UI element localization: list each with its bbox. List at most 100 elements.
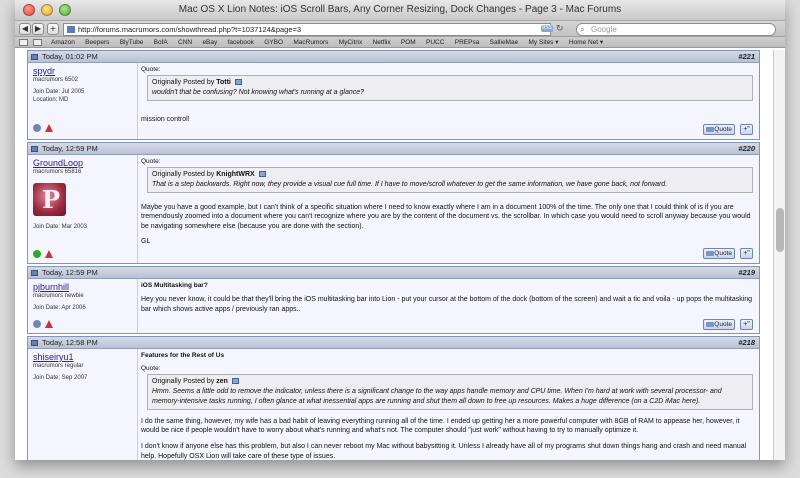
online-status-icon (33, 250, 41, 258)
report-post-icon[interactable] (45, 320, 53, 328)
post-signature: GL (141, 238, 151, 246)
post-number[interactable]: #221 (738, 51, 755, 63)
username-link[interactable]: GroundLoop (33, 158, 132, 168)
quote-box: Originally Posted by zen Hmm. Seems a li… (147, 374, 753, 410)
post-header: Today, 01:02 PM #221 (28, 51, 759, 63)
rss-icon[interactable]: RSS (541, 25, 553, 32)
address-bar[interactable]: http://forums.macrumors.com/showthread.p… (63, 23, 551, 36)
post-number[interactable]: #219 (738, 267, 755, 279)
user-location: Location: MD (33, 97, 69, 103)
quote-button[interactable]: Quote (703, 124, 735, 135)
scrollbar-thumb[interactable] (776, 208, 784, 252)
browser-window: Mac OS X Lion Notes: iOS Scroll Bars, An… (15, 0, 785, 460)
join-date: Join Date: Jul 2005 (33, 89, 85, 95)
forum-post: Today, 01:02 PM #221 spydr macrumors 650… (27, 50, 760, 140)
bookmark-item[interactable]: BlyTube (120, 39, 144, 46)
bookmark-item[interactable]: Netflix (373, 39, 391, 46)
post-number-link[interactable]: 219 (742, 268, 755, 277)
user-title: macrumors regular (33, 363, 84, 369)
quote-text: Hmm. Seems a little odd to remove the in… (152, 387, 722, 405)
post-number-link[interactable]: 218 (742, 338, 755, 347)
report-post-icon[interactable] (45, 250, 53, 258)
view-post-icon[interactable] (231, 378, 239, 385)
add-bookmark-button[interactable]: + (47, 23, 59, 35)
post-date: Today, 12:59 PM (42, 268, 98, 277)
bookmark-item[interactable]: Beepers (85, 39, 109, 46)
bookmark-item[interactable]: CNN (178, 39, 192, 46)
user-title: macrumors newbie (33, 293, 84, 299)
top-sites-icon[interactable] (33, 39, 42, 46)
post-date: Today, 12:58 PM (42, 338, 98, 347)
multiquote-button[interactable]: +" (740, 248, 753, 259)
bookmark-item[interactable]: MyCitrix (339, 39, 362, 46)
quote-box: Originally Posted by KnightWRX That is a… (147, 167, 753, 193)
post-body: Hey you never know, it could be that the… (141, 296, 753, 313)
post-body: I do the same thing, however, my wife ha… (141, 417, 740, 435)
vertical-scrollbar[interactable] (773, 50, 785, 460)
quote-label: Quote: (141, 365, 161, 373)
address-text: http://forums.macrumors.com/showthread.p… (78, 25, 302, 34)
view-post-icon[interactable] (258, 171, 266, 178)
reload-icon[interactable]: ↻ (556, 24, 566, 34)
reading-list-icon[interactable] (19, 39, 28, 46)
quote-box: Originally Posted by Totti wouldn't that… (147, 75, 753, 101)
post-body: I don't know if anyone else has this pro… (141, 443, 747, 460)
title-bar: Mac OS X Lion Notes: iOS Scroll Bars, An… (15, 0, 785, 21)
forward-button[interactable]: ▶ (32, 23, 44, 35)
username-link[interactable]: spydr (33, 66, 132, 76)
bookmark-folder[interactable]: My Sites ▾ (529, 39, 559, 46)
quote-originally-posted: Originally Posted by (152, 79, 215, 87)
avatar[interactable] (33, 183, 66, 216)
post-header: Today, 12:58 PM #218 (28, 337, 759, 349)
post-title: iOS Multitasking bar? (141, 282, 208, 289)
quote-button[interactable]: Quote (703, 319, 735, 330)
post-number-link[interactable]: 220 (742, 144, 755, 153)
offline-status-icon (33, 124, 41, 132)
post-message: Quote: Originally Posted by Totti wouldn… (141, 65, 753, 139)
bookmark-item[interactable]: BofA (154, 39, 168, 46)
join-date: Join Date: Mar 2003 (33, 224, 88, 230)
bookmark-item[interactable]: eBay (202, 39, 217, 46)
post-message: Features for the Rest of Us Quote: Origi… (141, 351, 753, 460)
post-icon (31, 340, 38, 346)
username-link[interactable]: pjburnhill (33, 282, 132, 292)
bookmark-list: Amazon Beepers BlyTube BofA CNN eBay fac… (51, 37, 612, 48)
post-number[interactable]: #220 (738, 143, 755, 155)
post-header: Today, 12:59 PM #219 (28, 267, 759, 279)
quote-originally-posted: Originally Posted by (152, 171, 215, 179)
offline-status-icon (33, 320, 41, 328)
post-body: Maybe you have a good example, but I can… (141, 203, 751, 231)
user-info: shiseiryu1 macrumors regular Join Date: … (28, 349, 138, 460)
bookmark-item[interactable]: PUCC (426, 39, 444, 46)
post-number[interactable]: #218 (738, 337, 755, 349)
user-info: spydr macrumors 6502 Join Date: Jul 2005… (28, 63, 138, 139)
post-icon (31, 270, 38, 276)
search-field[interactable]: ⌕ Google (576, 23, 776, 36)
quote-author: KnightWRX (216, 171, 255, 179)
quote-text: wouldn't that be confusing? Not knowing … (152, 88, 365, 96)
post-number-link[interactable]: 221 (742, 52, 755, 61)
bookmark-item[interactable]: SallieMae (490, 39, 519, 46)
bookmark-item[interactable]: facebook (228, 39, 254, 46)
post-message: iOS Multitasking bar? Hey you never know… (141, 281, 753, 333)
username-link[interactable]: shiseiryu1 (33, 352, 132, 362)
post-date: Today, 12:59 PM (42, 144, 98, 153)
bookmark-item[interactable]: PREPsa (455, 39, 480, 46)
bookmark-item[interactable]: MacRumors (293, 39, 328, 46)
quote-label: Quote: (141, 158, 161, 165)
multiquote-button[interactable]: +" (740, 124, 753, 135)
bookmark-item[interactable]: Amazon (51, 39, 75, 46)
bookmark-item[interactable]: GYBO (264, 39, 283, 46)
back-button[interactable]: ◀ (19, 23, 31, 35)
forum-post: Today, 12:59 PM #220 GroundLoop macrumor… (27, 142, 760, 264)
view-post-icon[interactable] (234, 79, 242, 86)
post-icon (31, 54, 38, 60)
quote-button[interactable]: Quote (703, 248, 735, 259)
report-post-icon[interactable] (45, 124, 53, 132)
bookmark-item[interactable]: POM (401, 39, 416, 46)
bookmark-folder[interactable]: Home Net ▾ (569, 39, 603, 46)
user-title: macrumors 65816 (33, 169, 82, 175)
bookmarks-bar: Amazon Beepers BlyTube BofA CNN eBay fac… (15, 37, 785, 48)
forum-post: Today, 12:58 PM #218 shiseiryu1 macrumor… (27, 336, 760, 460)
multiquote-button[interactable]: +" (740, 319, 753, 330)
